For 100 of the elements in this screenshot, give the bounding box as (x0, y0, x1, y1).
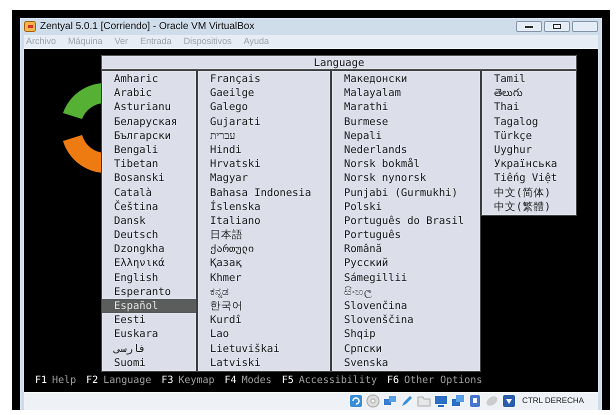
language-option[interactable]: Català (102, 186, 196, 200)
language-option[interactable]: Gaeilge (198, 86, 330, 100)
language-option[interactable]: Tiếng Việt (482, 171, 576, 186)
folder-icon[interactable] (417, 394, 432, 408)
language-option[interactable]: Қазақ (198, 256, 330, 271)
language-option[interactable]: Burmese (332, 114, 480, 129)
language-option[interactable]: Slovenščina (332, 313, 480, 328)
language-option[interactable]: Português do Brasil (332, 214, 480, 228)
language-option[interactable]: Dansk (102, 214, 196, 228)
language-option[interactable]: Dzongkha (102, 242, 196, 256)
language-option[interactable]: Svenska (332, 356, 480, 370)
language-option[interactable]: Bahasa Indonesia (198, 186, 330, 200)
language-option[interactable]: Hrvatski (198, 157, 330, 172)
disc-icon[interactable] (366, 394, 380, 408)
language-option[interactable]: עברית (198, 128, 330, 143)
language-option[interactable]: Suomi (102, 356, 196, 370)
language-option[interactable]: ಕನ್ನಡ (198, 284, 330, 299)
language-option[interactable]: Bengali (102, 142, 196, 158)
language-option[interactable]: Español (102, 299, 196, 314)
function-key-label: Help (52, 374, 76, 388)
language-option[interactable]: Íslenska (198, 200, 330, 214)
language-option[interactable]: Italiano (198, 214, 330, 228)
language-option[interactable]: Lietuviškai (198, 342, 330, 356)
screens-icon[interactable] (451, 394, 466, 408)
language-option[interactable]: Malayalam (332, 86, 480, 100)
function-key-label: Other Options (404, 374, 482, 388)
language-option[interactable]: සිංහල (332, 284, 480, 299)
language-option[interactable]: Euskara (102, 327, 196, 342)
pen-icon[interactable] (400, 394, 414, 408)
language-option[interactable]: Tamil (482, 72, 576, 86)
language-option[interactable]: Uyghur (482, 142, 576, 158)
language-option[interactable]: Asturianu (102, 100, 196, 115)
host-key-label: CTRL DERECHA (522, 395, 584, 407)
language-option[interactable]: Norsk nynorsk (332, 171, 480, 186)
language-option[interactable]: Esperanto (102, 284, 196, 299)
language-option[interactable]: Punjabi (Gurmukhi) (332, 186, 480, 200)
language-option[interactable]: Slovenčina (332, 299, 480, 314)
language-option[interactable]: Português (332, 228, 480, 242)
language-option[interactable]: Русский (332, 256, 480, 271)
language-option[interactable]: Беларуская (102, 114, 196, 129)
language-option[interactable]: Nepali (332, 128, 480, 143)
app-icon (24, 21, 36, 32)
language-option[interactable]: Deutsch (102, 228, 196, 242)
language-option[interactable]: Amharic (102, 72, 196, 86)
language-option[interactable]: Polski (332, 200, 480, 214)
language-option[interactable]: Khmer (198, 270, 330, 285)
language-option[interactable]: 中文(繁體) (482, 200, 576, 214)
language-option[interactable]: Magyar (198, 171, 330, 186)
language-option[interactable]: 日本語 (198, 228, 330, 242)
function-key-label: Accessibility (298, 374, 378, 388)
function-key-label: Keymap (178, 374, 215, 388)
language-option[interactable]: Tagalog (482, 114, 576, 129)
function-key-label: Modes (242, 374, 272, 388)
function-key: F6 (387, 373, 400, 388)
function-key: F2 (86, 373, 98, 388)
language-option[interactable]: Galego (198, 100, 330, 115)
window-title: Zentyal 5.0.1 [Corriendo] - Oracle VM VirtualBox (40, 20, 256, 34)
language-option[interactable]: English (102, 270, 196, 285)
function-key: F1 (35, 373, 48, 388)
language-option[interactable]: Nederlands (332, 142, 480, 158)
language-option[interactable]: Čeština (102, 200, 196, 214)
language-option[interactable]: Македонски (332, 72, 480, 86)
chip-icon[interactable] (468, 394, 482, 408)
language-option[interactable]: Eesti (102, 313, 196, 328)
arrow-down-icon[interactable] (502, 394, 516, 408)
language-option[interactable]: Türkçe (482, 128, 576, 143)
language-option[interactable]: Norsk bokmål (332, 157, 480, 172)
language-option[interactable]: Български (102, 128, 196, 143)
refresh-icon[interactable] (349, 394, 364, 408)
language-option[interactable]: Français (198, 72, 330, 86)
language-option[interactable]: Shqip (332, 327, 480, 342)
maximize-button[interactable] (544, 21, 570, 32)
language-option[interactable]: Latviski (198, 356, 330, 370)
dialog-title: Language (101, 55, 577, 70)
language-option[interactable]: Tibetan (102, 157, 196, 172)
language-option[interactable]: Arabic (102, 86, 196, 100)
language-option[interactable]: Ελληνικά (102, 256, 196, 271)
monitor-icon[interactable] (434, 394, 448, 408)
language-option[interactable]: Bosanski (102, 171, 196, 186)
network-icon[interactable] (383, 394, 398, 408)
language-option[interactable]: Thai (482, 100, 576, 115)
function-key-label: Language (103, 374, 152, 388)
language-option[interactable]: Română (332, 242, 480, 256)
language-option[interactable]: ქართული (198, 242, 330, 256)
function-key: F5 (282, 373, 294, 388)
language-option[interactable]: Українська (482, 157, 576, 172)
language-option[interactable]: 中文(简体) (482, 186, 576, 200)
function-key: F3 (161, 373, 174, 388)
language-option[interactable]: Hindi (198, 142, 330, 158)
language-option[interactable]: Српски (332, 342, 480, 356)
language-option[interactable]: فارسی (102, 342, 196, 356)
language-option[interactable]: Lao (198, 327, 330, 342)
language-option[interactable]: 한국어 (198, 299, 330, 314)
function-key: F4 (224, 373, 237, 388)
language-option[interactable]: Sámegillii (332, 270, 480, 285)
minimize-button[interactable] (516, 21, 542, 32)
language-option[interactable]: తెలుగు (482, 86, 576, 100)
language-option[interactable]: Gujarati (198, 114, 330, 129)
language-option[interactable]: Kurdî (198, 313, 330, 328)
language-option[interactable]: Marathi (332, 100, 480, 115)
